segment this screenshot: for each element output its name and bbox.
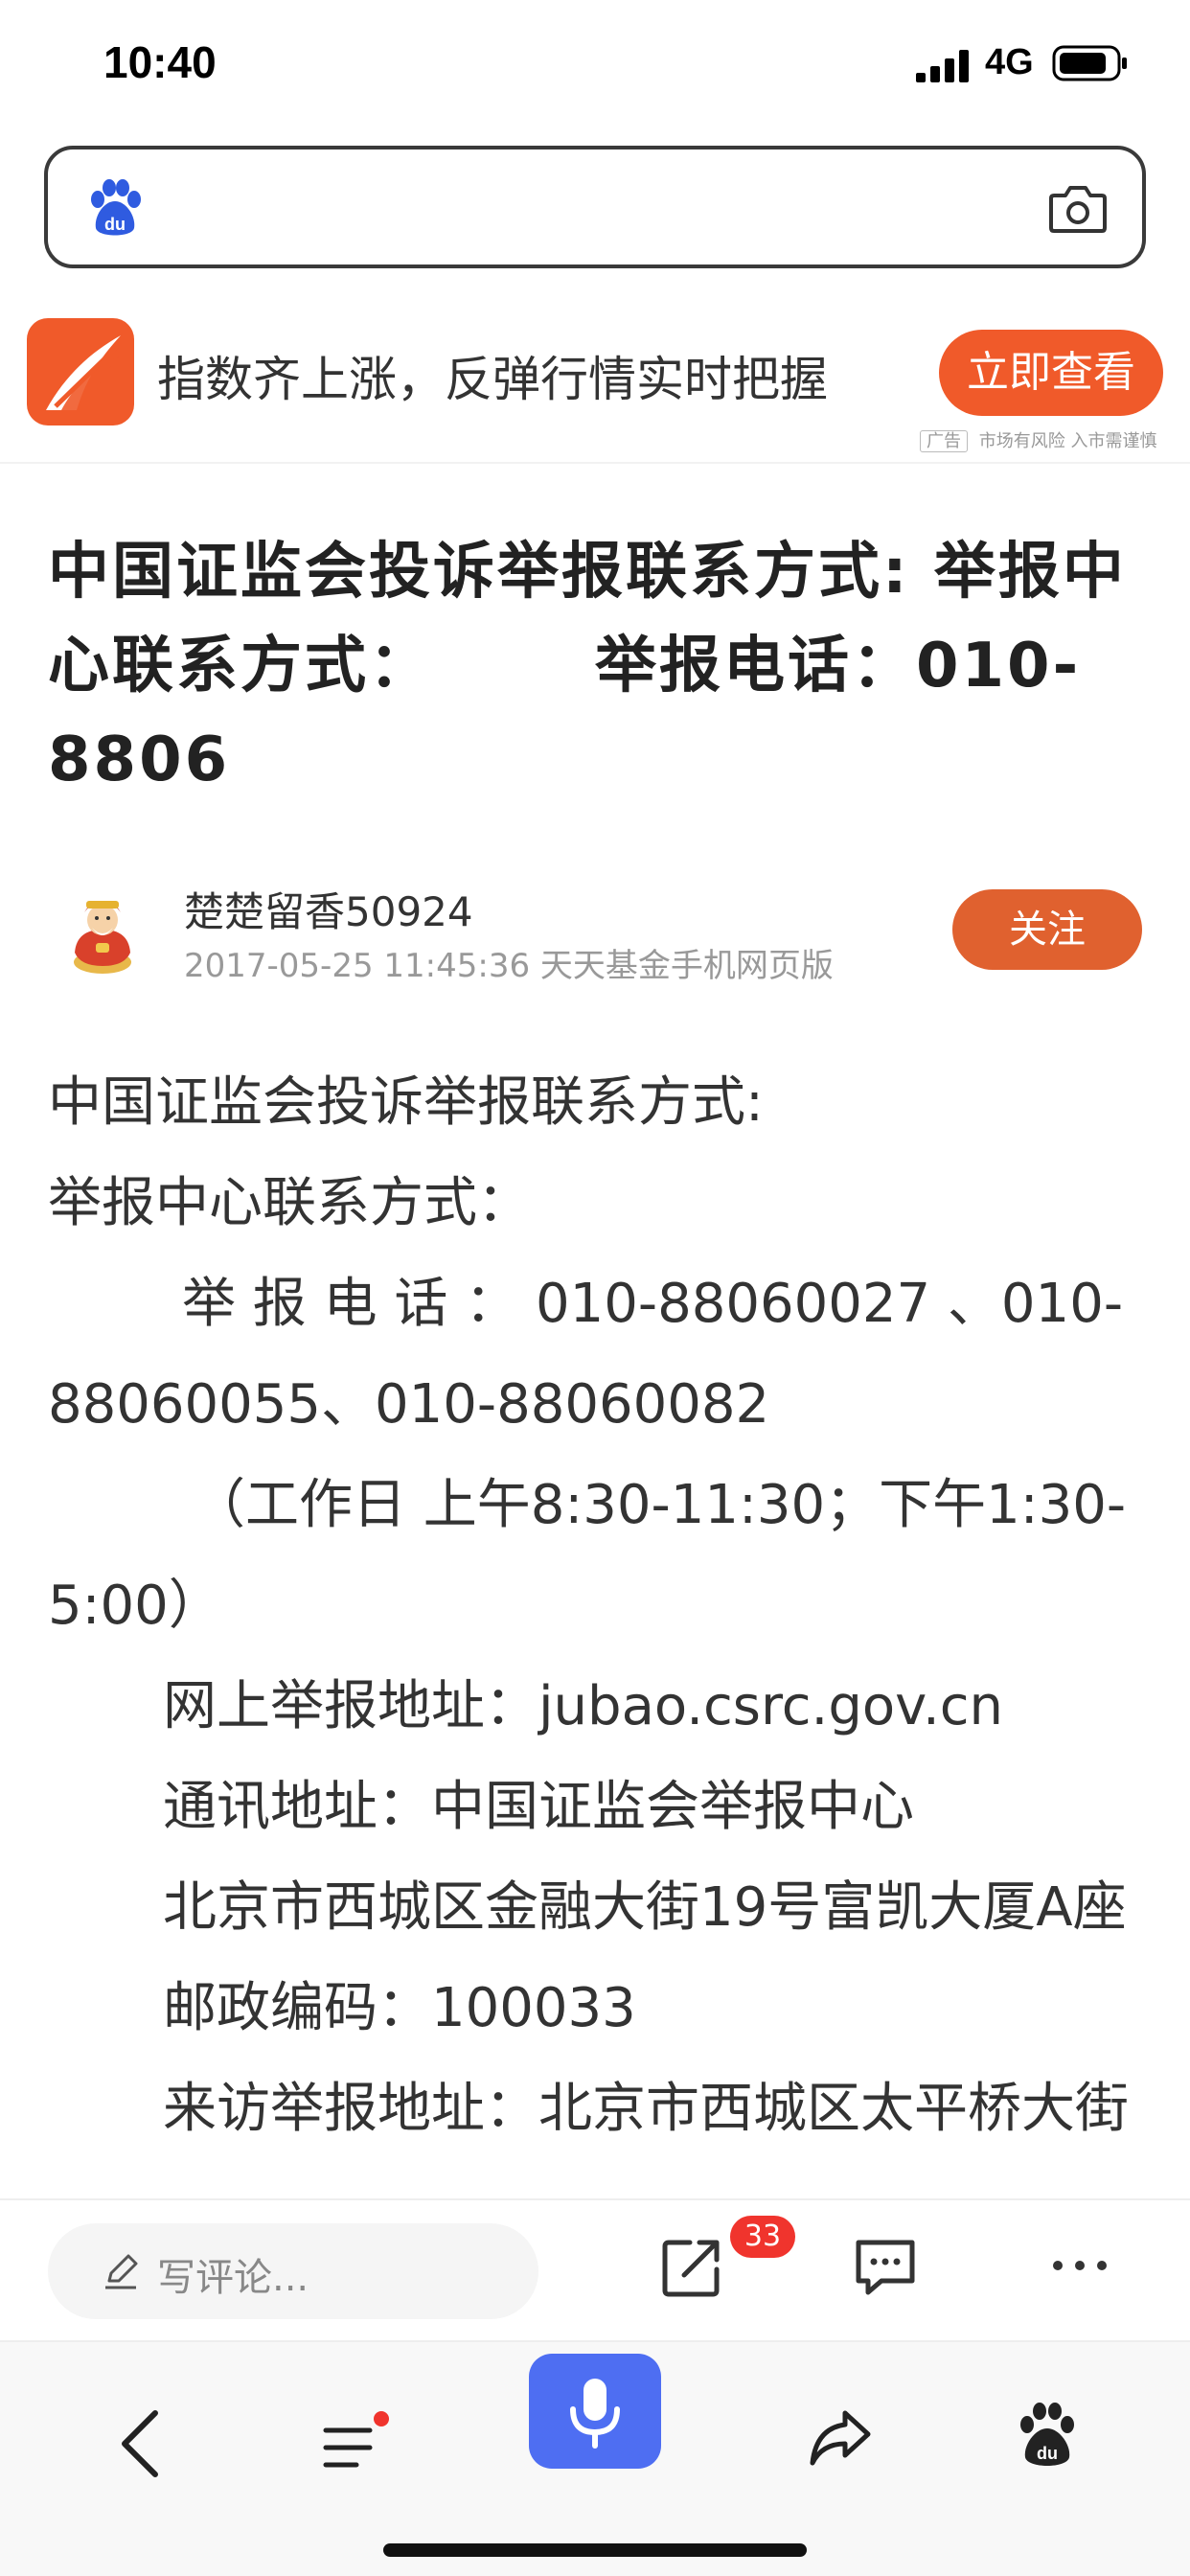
paragraph: 来访举报地址：北京市西城区太平桥大街 [163,2078,1129,2140]
comment-bar: 写评论... 33 [0,2198,1190,2340]
microphone-icon [570,2379,620,2449]
svg-text:du: du [104,215,126,234]
paragraph: 北京市西城区金融大街19号富凯大厦A座 [163,1876,1127,1939]
paragraph: 邮政编码：100033 [163,1977,636,2039]
signal-icon [916,50,969,82]
ad-text: 指数齐上涨，反弹行情实时把握 [157,352,828,407]
share-out-icon[interactable] [661,2237,722,2298]
author-meta: 2017-05-25 11:45:36 天天基金手机网页版 [184,947,834,985]
svg-text:du: du [1037,2444,1058,2463]
share-count-badge: 33 [730,2216,795,2258]
comment-icon[interactable] [853,2237,918,2298]
avatar[interactable] [57,886,148,976]
home-indicator [383,2543,807,2557]
paragraph: 举报中心联系方式： [48,1172,531,1234]
back-icon[interactable] [117,2409,163,2478]
status-bar: 10:40 4G [0,0,1190,134]
battery-icon [1052,45,1127,81]
paragraph: 中国证监会投诉举报联系方式: [48,1071,764,1134]
ad-label: 广告 [920,430,968,452]
ad-banner[interactable]: 指数齐上涨，反弹行情实时把握 立即查看 广告 市场有风险 入市需谨慎 [0,303,1190,464]
paragraph: （工作日 上午8:30-11:30；下午1:30-5:00） [48,1474,1127,1637]
paragraph: 通讯地址：中国证监会举报中心 [163,1776,914,1838]
ad-logo [27,318,134,426]
paragraph: 举 报 电 话 ： 010-88060027 、010-88060055、010… [48,1273,1124,1436]
author-name[interactable]: 楚楚留香50924 [184,880,473,938]
more-icon[interactable] [1050,2256,1110,2275]
network-label: 4G [985,42,1034,82]
bottom-nav: du [0,2340,1190,2576]
voice-search-button[interactable] [529,2354,661,2469]
pencil-icon [105,2254,138,2289]
author-row: 楚楚留香50924 2017-05-25 11:45:36 天天基金手机网页版 … [0,862,1190,997]
share-icon[interactable] [809,2405,872,2469]
ad-tag: 广告 市场有风险 入市需谨慎 [920,427,1156,452]
comment-placeholder: 写评论... [157,2256,309,2300]
ad-view-button[interactable]: 立即查看 [939,330,1163,416]
baidu-paw-icon[interactable]: du [84,178,146,240]
article-title: 中国证监会投诉举报联系方式: 举报中心联系方式： 举报电话：010-8806 [48,537,1127,795]
camera-icon[interactable] [1048,180,1108,236]
menu-icon[interactable] [322,2409,393,2476]
article-body: 中国证监会投诉举报联系方式: 举报中心联系方式： 举 报 电 话 ： 010-8… [48,1052,1142,2198]
follow-button[interactable]: 关注 [952,889,1142,970]
ad-disclaimer: 市场有风险 入市需谨慎 [978,431,1157,451]
status-time: 10:40 [103,37,217,87]
search-bar[interactable]: du [44,146,1146,268]
paragraph: 网上举报地址：jubao.csrc.gov.cn [163,1675,1004,1737]
baidu-icon[interactable]: du [1016,2402,1079,2469]
comment-input[interactable]: 写评论... [48,2223,538,2319]
